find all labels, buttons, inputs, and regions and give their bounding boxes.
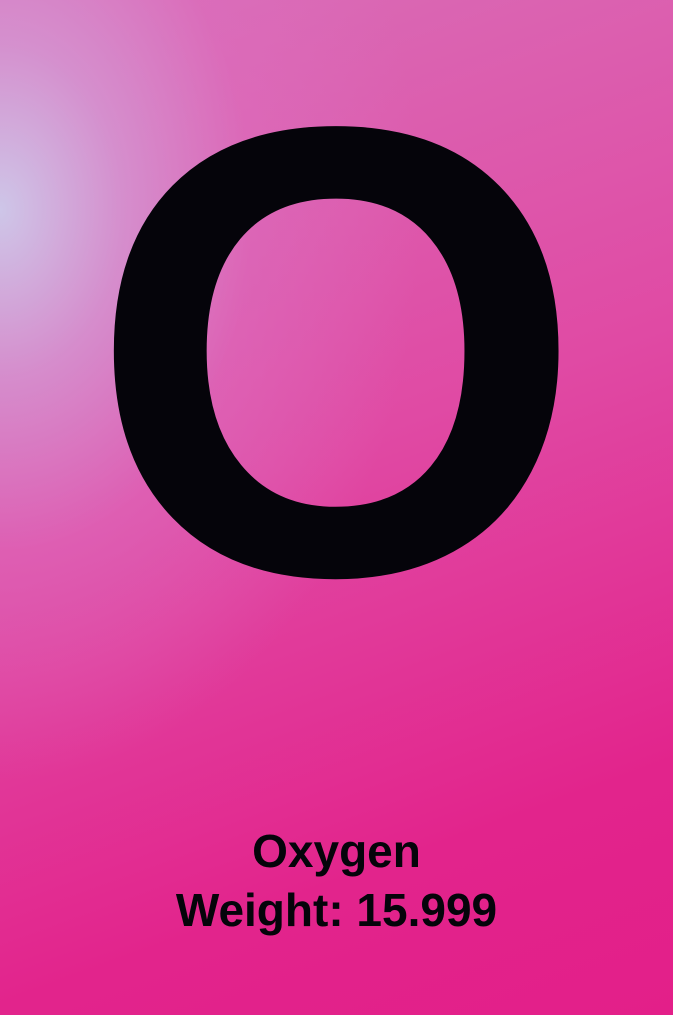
element-symbol: O bbox=[87, 0, 586, 709]
element-card: O Oxygen Weight: 15.999 bbox=[0, 0, 673, 1015]
element-weight: Weight: 15.999 bbox=[175, 884, 498, 936]
element-name: Oxygen bbox=[252, 825, 421, 877]
